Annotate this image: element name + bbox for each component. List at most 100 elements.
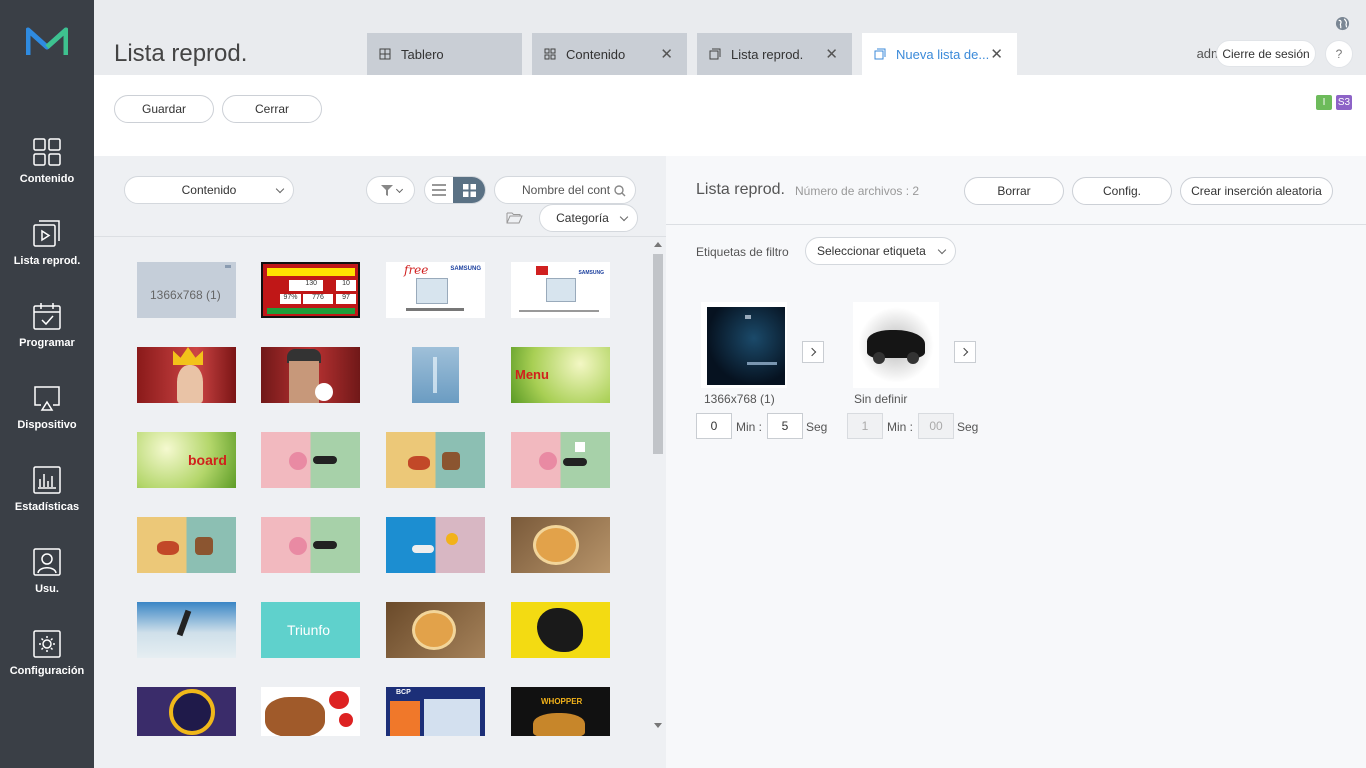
chart-icon [33,466,61,494]
globe-icon[interactable] [1335,16,1350,31]
thumbnail-text: free [404,263,429,277]
sidebar-item-configuracion[interactable]: Configuración [0,629,94,711]
thumbnail-item[interactable] [386,602,485,658]
table-cell: 97 [336,294,356,304]
thumbnail-item[interactable] [412,347,459,403]
thumbnail-item[interactable] [137,687,236,736]
thumbnail-item[interactable]: BCP [386,687,485,736]
bag-graphic [195,537,213,555]
thumbnail-item[interactable]: free SAMSUNG [386,262,485,318]
thumbnail-item[interactable] [511,602,610,658]
thumbnail-item[interactable]: SAMSUNG [511,262,610,318]
thumbnail-item[interactable]: Menu [511,347,610,403]
playlist-item-name: Sin definir [854,392,908,406]
thumbnail-item[interactable] [386,517,485,573]
close-icon[interactable]: ✕ [660,45,673,63]
table-footer [267,308,355,314]
sidebar-item-label: Programar [19,337,75,349]
content-type-select[interactable]: Contenido [124,176,294,204]
minutes-input[interactable]: 0 [696,413,732,439]
close-icon[interactable]: ✕ [990,45,1003,63]
tag-select[interactable]: Seleccionar etiqueta [805,237,956,265]
thumbnail-item[interactable] [511,432,610,488]
close-icon[interactable]: ✕ [825,45,838,63]
table-cell: 130 [289,280,323,291]
tab-nueva-lista[interactable]: Nueva lista de... ✕ [862,33,1017,75]
playlist-header: Lista reprod. Número de archivos : 2 Bor… [666,156,1366,225]
help-button[interactable]: ? [1325,40,1353,68]
config-button[interactable]: Config. [1072,177,1172,205]
next-arrow-button[interactable] [954,341,976,363]
search-input[interactable]: Nombre del cont [494,176,636,204]
thumbnail-item[interactable] [261,517,360,573]
close-button[interactable]: Cerrar [222,95,322,123]
thumbnail-item[interactable] [261,687,360,736]
sidebar-item-dispositivo[interactable]: Dispositivo [0,383,94,465]
scroll-up-icon[interactable] [654,242,662,247]
logout-button[interactable]: Cierre de sesión [1216,40,1316,67]
sunglasses-graphic [313,456,337,464]
category-select[interactable]: Categoría [539,204,638,232]
sidebar-item-estadisticas[interactable]: Estadísticas [0,465,94,547]
folder-icon[interactable] [506,211,523,224]
delete-button[interactable]: Borrar [964,177,1064,205]
calendar-icon [33,303,61,330]
thumbnail-item[interactable]: board [137,432,236,488]
tab-tablero[interactable]: Tablero [367,33,522,75]
shoe-graphic [157,541,179,555]
thumbnail-item[interactable] [511,517,610,573]
sidebar-item-contenido[interactable]: Contenido [0,137,94,219]
random-insert-button[interactable]: Crear inserción aleatoria [1180,177,1333,205]
sunglasses-graphic [563,458,587,466]
thumbnail-item[interactable] [137,602,236,658]
bag-graphic [442,452,460,470]
seconds-input[interactable]: 5 [767,413,803,439]
app-logo[interactable] [26,27,68,57]
thumbnail-graphic [519,310,599,312]
scroll-down-icon[interactable] [654,723,662,728]
minutes-input[interactable]: 1 [847,413,883,439]
file-count: Número de archivos : 2 [795,184,920,198]
sidebar-item-lista-reprod[interactable]: Lista reprod. [0,219,94,301]
thumbnail-item[interactable] [386,432,485,488]
thumbnail-item[interactable] [261,347,360,403]
playlist-item-thumbnail[interactable] [853,302,939,388]
wheel-graphic [873,352,885,364]
monitor-icon [34,386,60,411]
thumbnail-text: BCP [396,689,411,696]
next-arrow-button[interactable] [802,341,824,363]
tab-label: Contenido [566,46,626,62]
thumbnail-item[interactable]: WHOPPER [511,687,610,736]
thumbnail-item[interactable]: 1366x768 (1) [137,262,236,318]
list-view-button[interactable] [425,177,453,203]
tab-label: Nueva lista de... [896,46,990,62]
tab-contenido[interactable]: Contenido ✕ [532,33,687,75]
sidebar-item-programar[interactable]: Programar [0,301,94,383]
sidebar-item-usuarios[interactable]: Usu. [0,547,94,629]
thumbnail-item[interactable] [137,517,236,573]
tab-lista-reprod[interactable]: Lista reprod. ✕ [697,33,852,75]
thumbnail-item[interactable]: Triunfo [261,602,360,658]
table-cell: 10 [336,280,356,291]
playlist-item-thumbnail[interactable] [701,302,787,388]
thumbnail-item[interactable] [137,347,236,403]
thumbnail-item[interactable]: 130 10 97% 776 97 [261,262,360,318]
toolbar: Guardar Cerrar I S3 [94,75,1366,156]
seconds-input[interactable]: 00 [918,413,954,439]
sticker-graphic [315,383,333,401]
thumbnail-graphic [446,533,458,545]
search-icon[interactable] [614,185,626,197]
seconds-label: Seg [806,420,828,434]
table-cell: 776 [303,294,333,304]
dashboard-icon [379,48,391,60]
chevron-down-icon [937,245,947,255]
pizza-graphic [533,525,579,565]
chevron-right-icon [807,347,816,357]
filter-button[interactable] [366,176,415,204]
grid-view-button[interactable] [453,177,485,203]
scrollbar[interactable] [650,238,666,736]
save-button[interactable]: Guardar [114,95,214,123]
chevron-down-icon [619,212,629,222]
scrollbar-thumb[interactable] [653,254,663,454]
thumbnail-item[interactable] [261,432,360,488]
